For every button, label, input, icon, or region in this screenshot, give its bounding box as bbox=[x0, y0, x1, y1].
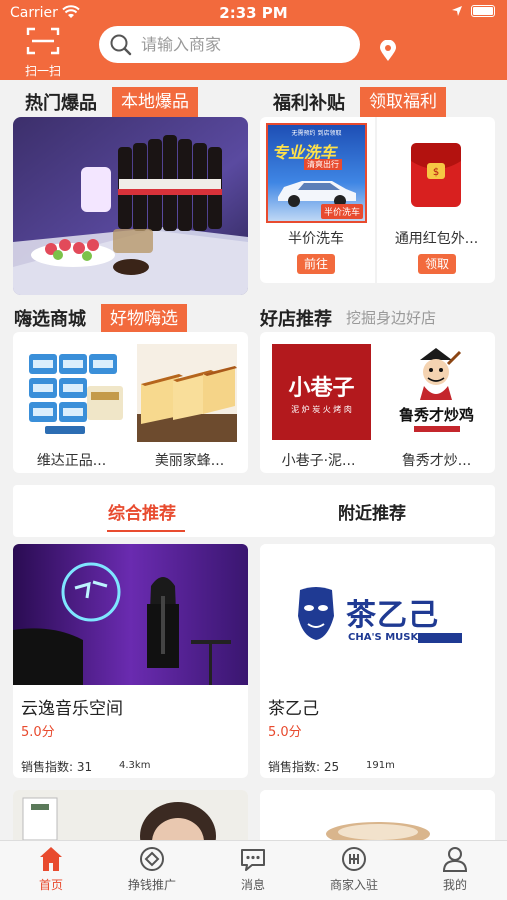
hot-product-card[interactable] bbox=[13, 117, 248, 295]
store-score: 5.0分 bbox=[21, 725, 55, 740]
goto-button[interactable]: 前往 bbox=[297, 254, 335, 274]
active-tab-indicator bbox=[107, 530, 185, 532]
svg-text:$: $ bbox=[433, 167, 439, 178]
store-card[interactable]: 云逸音乐空间 5.0分 销售指数: 31 4.3km bbox=[13, 544, 248, 778]
shop-caption: 小巷子·泥... bbox=[281, 453, 356, 469]
mall-item-tissue[interactable]: 维达正品... bbox=[13, 332, 130, 473]
mall-item-cake[interactable]: 美丽家蜂... bbox=[131, 332, 248, 473]
car-wash-poster: 无需预约 到店领取 专业洗车 清爽出行 半价洗车 bbox=[266, 123, 367, 223]
mall-section-tag[interactable]: 好物嗨选 bbox=[101, 304, 187, 334]
tabbar-label: 首页 bbox=[38, 878, 63, 892]
store-photo-partial bbox=[260, 790, 495, 840]
hot-section-tag[interactable]: 本地爆品 bbox=[112, 87, 198, 117]
tissue-packs-image bbox=[25, 342, 125, 440]
search-bar[interactable] bbox=[99, 26, 360, 63]
xiaoxiangzi-logo: 小巷子 泥 炉 炭 火 烤 肉 bbox=[272, 344, 371, 440]
store-score: 5.0分 bbox=[268, 725, 302, 740]
mall-caption: 美丽家蜂... bbox=[154, 453, 225, 469]
home-icon bbox=[40, 847, 62, 871]
search-icon bbox=[110, 34, 132, 55]
logo-sub-text: CHA'S MUSK bbox=[348, 632, 419, 643]
tabbar-label: 商家入驻 bbox=[329, 878, 378, 892]
scan-icon bbox=[26, 27, 60, 55]
tabbar-label: 消息 bbox=[240, 878, 265, 892]
shops-section-subtitle: 挖掘身边好店 bbox=[346, 309, 437, 327]
mall-caption: 维达正品... bbox=[36, 453, 107, 469]
shop-item-xiaoxiangzi[interactable]: 小巷子 泥 炉 炭 火 烤 肉 小巷子·泥... bbox=[260, 332, 377, 473]
store-sales: 销售指数: 25 bbox=[268, 760, 340, 774]
mall-section-title: 嗨选商城 bbox=[14, 309, 86, 330]
tabbar-item-promote[interactable]: 挣钱推广 bbox=[117, 845, 187, 893]
scan-label: 扫一扫 bbox=[24, 64, 61, 78]
poster-subline: 清爽出行 bbox=[304, 159, 342, 170]
welfare-caption: 通用红包外... bbox=[394, 231, 479, 247]
welfare-caption: 半价洗车 bbox=[288, 231, 344, 247]
red-envelope-icon: $ bbox=[411, 143, 461, 207]
store-card[interactable]: 茶乙己 CHA'S MUSK 茶乙己 5.0分 销售指数: 25 191m bbox=[260, 544, 495, 778]
scholar-mascot-image bbox=[420, 348, 462, 400]
tea-mask-icon bbox=[298, 587, 334, 640]
logo-banner bbox=[414, 426, 460, 432]
store-name: 茶乙己 bbox=[268, 699, 319, 719]
tabbar-label: 挣钱推广 bbox=[127, 878, 176, 892]
welfare-card: 无需预约 到店领取 专业洗车 清爽出行 半价洗车 半价洗车 前往 $ 通用红包外… bbox=[260, 117, 495, 283]
logo-main-text: 鲁秀才炒鸡 bbox=[398, 406, 474, 424]
music-venue-photo bbox=[13, 544, 248, 685]
search-input[interactable] bbox=[141, 35, 341, 54]
merchant-icon bbox=[342, 847, 366, 871]
sponge-cake-image bbox=[137, 344, 237, 442]
location-pin-icon[interactable] bbox=[378, 40, 398, 62]
shops-section-title: 好店推荐 bbox=[260, 309, 332, 330]
promote-icon bbox=[140, 847, 164, 871]
tab-nearby[interactable]: 附近推荐 bbox=[338, 499, 406, 524]
welfare-section-title: 福利补贴 bbox=[273, 93, 345, 114]
hot-section-title: 热门爆品 bbox=[25, 93, 97, 114]
beer-party-image bbox=[13, 117, 248, 295]
message-icon bbox=[241, 849, 265, 871]
scan-button[interactable]: 扫一扫 bbox=[18, 26, 68, 78]
tabbar-item-profile[interactable]: 我的 bbox=[420, 845, 490, 893]
claim-button[interactable]: 领取 bbox=[418, 254, 456, 274]
store-distance: 191m bbox=[366, 760, 395, 771]
recommend-tabs: 综合推荐 附近推荐 bbox=[13, 485, 495, 537]
status-time: 2:33 PM bbox=[219, 4, 288, 22]
tabbar-item-messages[interactable]: 消息 bbox=[218, 845, 288, 893]
chayiji-logo: 茶乙己 CHA'S MUSK bbox=[260, 544, 495, 685]
store-name: 云逸音乐空间 bbox=[21, 699, 123, 719]
welfare-section-tag[interactable]: 领取福利 bbox=[360, 87, 446, 117]
top-header: Carrier 2:33 PM 扫一扫 bbox=[0, 0, 507, 80]
status-bar: Carrier 2:33 PM bbox=[0, 0, 507, 26]
store-card-partial[interactable] bbox=[13, 790, 248, 840]
logo-tagline-bar bbox=[418, 633, 462, 643]
store-distance: 4.3km bbox=[119, 760, 151, 771]
shops-card: 小巷子 泥 炉 炭 火 烤 肉 小巷子·泥... 鲁秀才炒鸡 鲁秀才炒... bbox=[260, 332, 495, 473]
shop-caption: 鲁秀才炒... bbox=[401, 453, 472, 469]
store-sales: 销售指数: 31 bbox=[21, 760, 93, 774]
logo-main-text: 小巷子 bbox=[288, 376, 355, 401]
welfare-item-car-wash[interactable]: 无需预约 到店领取 专业洗车 清爽出行 半价洗车 半价洗车 前往 bbox=[260, 117, 372, 283]
store-photo-partial bbox=[13, 790, 248, 840]
welfare-item-red-packet[interactable]: $ 通用红包外... 领取 bbox=[378, 117, 495, 283]
tabbar-item-home[interactable]: 首页 bbox=[16, 845, 86, 893]
divider bbox=[375, 117, 377, 283]
car-illustration bbox=[278, 181, 356, 207]
store-card-partial[interactable] bbox=[260, 790, 495, 840]
poster-badge: 半价洗车 bbox=[320, 204, 363, 219]
logo-main-text: 茶乙己 bbox=[346, 598, 439, 633]
profile-icon bbox=[442, 847, 468, 872]
location-arrow-icon bbox=[452, 6, 462, 16]
logo-sub-text: 泥 炉 炭 火 烤 肉 bbox=[291, 405, 352, 414]
shop-item-luxiucai[interactable]: 鲁秀才炒鸡 鲁秀才炒... bbox=[378, 332, 495, 473]
tab-comprehensive[interactable]: 综合推荐 bbox=[108, 499, 176, 524]
battery-icon bbox=[471, 5, 495, 17]
bottom-tab-bar: 首页 挣钱推广 消息 商家入驻 我的 bbox=[0, 840, 507, 900]
tabbar-item-merchant[interactable]: 商家入驻 bbox=[319, 845, 389, 893]
tabbar-label: 我的 bbox=[442, 878, 467, 892]
mall-card: 维达正品... 美丽家蜂... bbox=[13, 332, 248, 473]
poster-top-text: 无需预约 到店领取 bbox=[291, 130, 342, 137]
